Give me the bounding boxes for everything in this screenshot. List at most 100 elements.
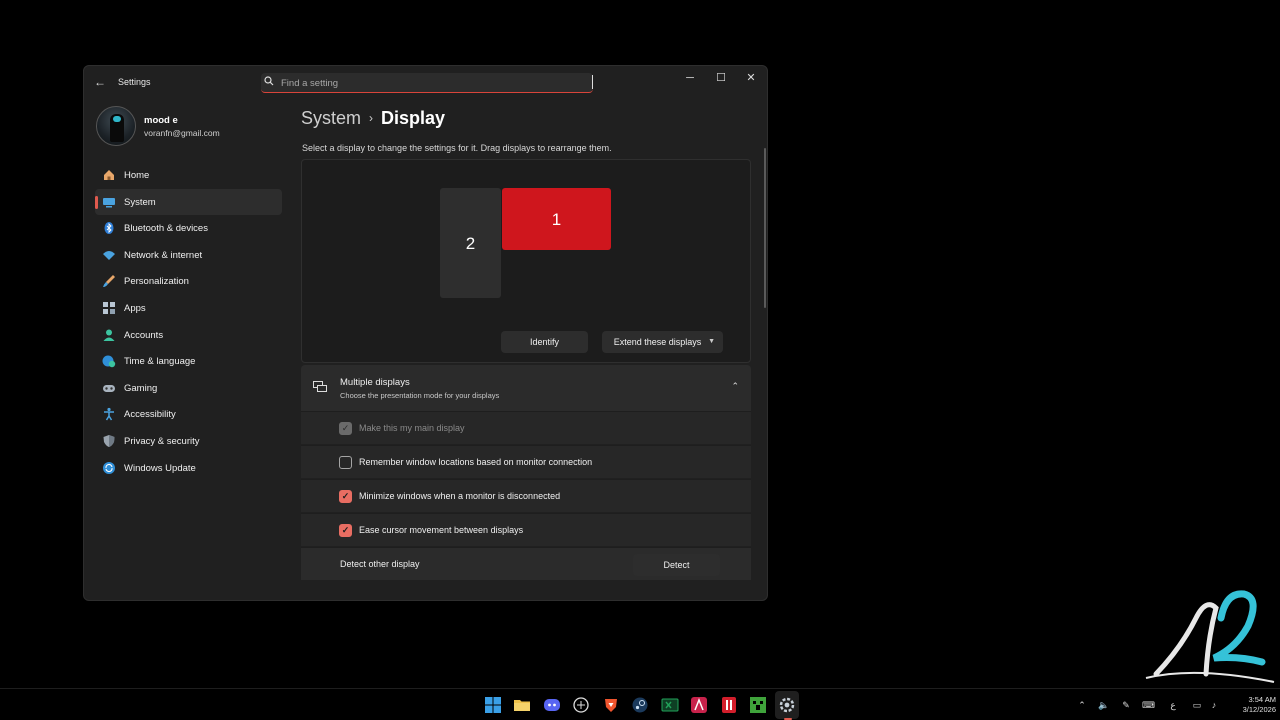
scrollbar[interactable] xyxy=(764,148,766,308)
search-icon xyxy=(264,76,274,86)
detect-row-label: Detect other display xyxy=(340,559,420,569)
ease-cursor-checkbox[interactable]: ✓ xyxy=(339,524,352,537)
detect-button[interactable]: Detect xyxy=(633,554,720,576)
option-remember-locations[interactable]: Remember window locations based on monit… xyxy=(301,445,751,478)
pen-icon[interactable]: ✎ xyxy=(1120,699,1132,711)
minecraft-icon[interactable] xyxy=(749,696,767,714)
text-cursor xyxy=(592,75,593,89)
sidebar-item-label: Windows Update xyxy=(124,462,196,474)
excel-icon[interactable] xyxy=(661,696,679,714)
sidebar-item-personalization[interactable]: Personalization xyxy=(95,268,282,295)
sidebar-item-gaming[interactable]: Gaming xyxy=(95,375,282,402)
sidebar-item-label: Home xyxy=(124,170,150,181)
option-ease-cursor[interactable]: ✓ Ease cursor movement between displays xyxy=(301,513,751,546)
steam-icon[interactable] xyxy=(631,696,649,714)
user-profile[interactable]: mood e voranfn@gmail.com xyxy=(96,106,286,146)
sidebar-item-label: Bluetooth & devices xyxy=(124,223,208,235)
monitor-1-number: 1 xyxy=(551,210,562,229)
maximize-button[interactable]: ☐ xyxy=(707,69,735,87)
option-label: Ease cursor movement between displays xyxy=(359,525,524,535)
multiple-displays-title: Multiple displays xyxy=(340,377,410,388)
settings-window: ← Settings ─ ☐ ✕ mood e voranfn@gmail.co… xyxy=(83,65,768,601)
close-button[interactable]: ✕ xyxy=(737,69,765,87)
monitor-2-number: 2 xyxy=(465,234,476,253)
main-content: System › Display Select a display to chang… xyxy=(301,102,751,600)
sidebar-item-label: Accounts xyxy=(124,329,164,341)
apps-icon xyxy=(103,301,115,314)
sidebar-item-label: Network & internet xyxy=(124,249,203,261)
user-email: voranfn@gmail.com xyxy=(144,128,220,138)
chevron-up-icon[interactable]: ⌃ xyxy=(731,381,739,392)
sidebar-item-home[interactable]: Home xyxy=(95,162,282,189)
app-red-icon[interactable] xyxy=(720,696,738,714)
app-a-icon[interactable] xyxy=(690,696,708,714)
settings-icon[interactable] xyxy=(778,696,796,714)
sidebar-item-bluetooth[interactable]: Bluetooth & devices xyxy=(95,215,282,242)
account-icon xyxy=(103,329,115,341)
multiple-displays-icon xyxy=(313,381,327,392)
option-minimize-windows[interactable]: ✓ Minimize windows when a monitor is dis… xyxy=(301,479,751,512)
discord-icon[interactable] xyxy=(543,696,561,714)
sidebar-nav: Home System Bluetooth & devices Network … xyxy=(95,162,282,481)
title-bar: ← Settings ─ ☐ ✕ xyxy=(84,66,767,100)
keyboard-icon[interactable]: ⌨ xyxy=(1142,699,1155,711)
sidebar-item-label: Apps xyxy=(124,302,146,314)
breadcrumb: System › Display xyxy=(301,108,445,134)
system-icon xyxy=(103,197,115,208)
option-label: Minimize windows when a monitor is disco… xyxy=(359,491,561,501)
option-label: Make this my main display xyxy=(359,423,465,433)
monitor-2-tile[interactable]: 2 xyxy=(440,188,501,298)
update-icon xyxy=(103,461,115,474)
windows-start-icon[interactable] xyxy=(484,696,502,714)
system-tray: ⌃ 🔈 ✎ ⌨ ع ▭ ♪ xyxy=(1070,689,1220,720)
option-label: Remember window locations based on monit… xyxy=(359,457,593,467)
sidebar-item-apps[interactable]: Apps xyxy=(95,295,282,322)
chatgpt-icon[interactable] xyxy=(572,696,590,714)
sidebar-item-accounts[interactable]: Accounts xyxy=(95,322,282,349)
extend-displays-label: Extend these displays xyxy=(613,337,702,347)
minimize-windows-checkbox[interactable]: ✓ xyxy=(339,490,352,503)
bluetooth-icon xyxy=(104,222,114,235)
brave-icon[interactable] xyxy=(602,696,620,714)
user-name: mood e xyxy=(144,115,178,126)
network-icon[interactable]: ▭ xyxy=(1191,699,1203,711)
breadcrumb-separator: › xyxy=(369,111,374,125)
language-indicator[interactable]: ع xyxy=(1167,699,1179,711)
breadcrumb-system[interactable]: System xyxy=(301,108,361,128)
extend-displays-dropdown[interactable]: Extend these displays ▼ xyxy=(602,331,723,353)
sidebar-item-label: Time & language xyxy=(124,356,196,368)
clock-time: 3:54 AM xyxy=(1248,695,1276,704)
sidebar-item-time-language[interactable]: Time & language xyxy=(95,348,282,375)
search-box[interactable] xyxy=(261,73,593,93)
sidebar-item-windows-update[interactable]: Windows Update xyxy=(95,455,282,482)
search-input[interactable] xyxy=(281,75,581,91)
multiple-displays-header[interactable]: Multiple displays Choose the presentatio… xyxy=(301,365,751,411)
minimize-button[interactable]: ─ xyxy=(676,69,704,87)
clock[interactable]: 3:54 AM 3/12/2026 xyxy=(1222,695,1276,715)
sidebar-item-label: System xyxy=(124,196,156,208)
clock-date: 3/12/2026 xyxy=(1242,705,1276,714)
identify-button[interactable]: Identify xyxy=(501,331,588,353)
back-button[interactable]: ← xyxy=(94,75,108,89)
taskbar: ⌃ 🔈 ✎ ⌨ ع ▭ ♪ 3:54 AM 3/12/2026 xyxy=(0,688,1280,720)
controller-icon xyxy=(103,384,115,392)
volume-icon[interactable]: 🔈 xyxy=(1098,699,1110,711)
accessibility-icon xyxy=(104,408,114,421)
home-icon xyxy=(104,170,114,180)
watermark-logo xyxy=(1145,590,1275,683)
sidebar-item-label: Accessibility xyxy=(124,409,176,421)
app-title: Settings xyxy=(118,77,151,87)
sidebar-item-system[interactable]: System xyxy=(95,188,282,216)
globe-clock-icon xyxy=(102,355,116,368)
sidebar-item-label: Privacy & security xyxy=(124,435,200,447)
sidebar-item-accessibility[interactable]: Accessibility xyxy=(95,401,282,428)
speaker-icon[interactable]: ♪ xyxy=(1208,699,1220,711)
remember-locations-checkbox[interactable] xyxy=(339,456,352,469)
sidebar-item-network[interactable]: Network & internet xyxy=(95,242,282,269)
brush-icon xyxy=(103,275,115,288)
sidebar-item-privacy[interactable]: Privacy & security xyxy=(95,428,282,455)
file-explorer-icon[interactable] xyxy=(513,696,531,714)
monitor-1-tile[interactable]: 1 xyxy=(502,188,611,250)
chevron-up-icon[interactable]: ⌃ xyxy=(1076,699,1088,711)
shield-icon xyxy=(103,434,115,447)
